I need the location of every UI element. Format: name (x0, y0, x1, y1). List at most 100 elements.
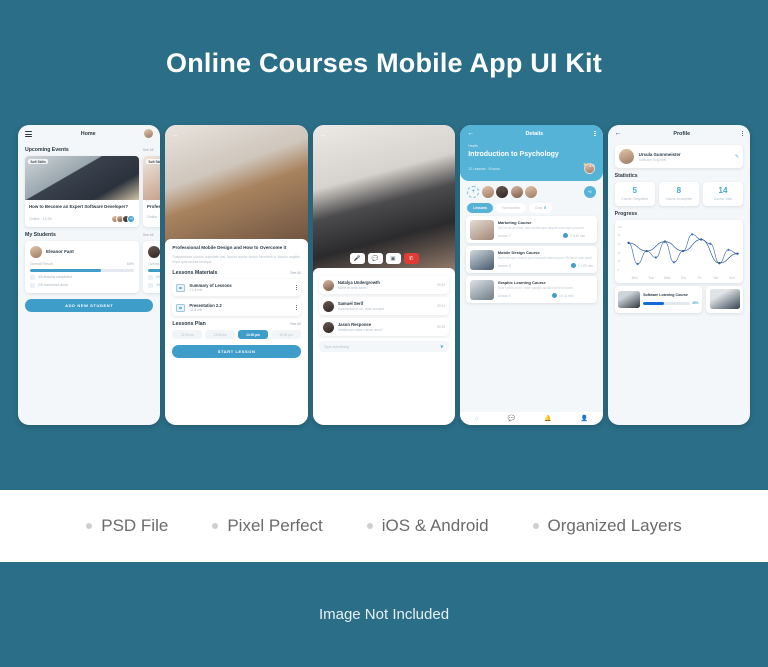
features-band: PSD File Pixel Perfect iOS & Android Org… (0, 490, 768, 562)
lesson-hero-image: ← (165, 125, 308, 243)
pencil-icon[interactable]: ✎ (735, 154, 739, 160)
chart-y-tick: 40 (617, 250, 621, 255)
student-identity: Jacob Levy (148, 245, 160, 258)
phone-screen-home: Home Upcoming Events See All Soft Skills… (18, 125, 161, 425)
start-lesson-button[interactable]: START LESSON (172, 345, 301, 359)
avatar[interactable] (481, 186, 494, 199)
homework-row: 2/6 homework done (30, 282, 134, 288)
details-tabs: Lessons Homeworks Chat 5 (460, 198, 602, 214)
event-card[interactable]: Soft Skills Professional Design and how … (143, 156, 161, 227)
avatar (618, 149, 634, 164)
stat-value: 8 (676, 186, 682, 195)
sender-name: Samuel Serif (337, 300, 364, 306)
more-vertical-icon[interactable] (295, 284, 297, 291)
time-slot[interactable]: 15:30 pm (270, 330, 301, 340)
chart-x-tick: Sun (729, 275, 735, 280)
back-arrow-icon[interactable]: ← (320, 132, 327, 139)
course-row[interactable]: Mobile Design Course Morbi tempor massa … (466, 246, 597, 274)
course-row[interactable]: Marketing Course Sed et lacus amet, sed … (466, 216, 597, 244)
details-header: ← Details Health Introduction to Psychol… (460, 125, 603, 182)
progress-chart-card: 0 20 40 60 80 100 Mon Tue Wed Thu Fri Sat Sun (614, 219, 744, 283)
avatar[interactable] (525, 186, 538, 199)
progress-bar (148, 268, 161, 272)
end-call-icon[interactable]: ✆ (403, 253, 419, 264)
more-vertical-icon[interactable] (295, 304, 297, 311)
microphone-icon[interactable]: 🎤 (349, 253, 365, 264)
section-heading: Statistics (614, 173, 638, 179)
feature-item: PSD File (86, 516, 168, 536)
see-all-link[interactable]: See All (143, 233, 154, 237)
see-all-link[interactable]: See All (290, 322, 301, 326)
stat-label: Course Completed (621, 197, 648, 201)
profile-course-card[interactable] (706, 285, 744, 313)
event-card[interactable]: Soft Skills How to Become an Expert Soft… (25, 156, 139, 227)
home-topbar: Home (18, 125, 160, 142)
camera-icon[interactable]: ▣ (385, 253, 401, 264)
tab-lessons[interactable]: Lessons (467, 203, 493, 214)
stat-value: 14 (718, 186, 728, 195)
students-carousel[interactable]: Eleanor Fant Overall Result 68% 4/6 less… (18, 238, 161, 293)
lesson-icon (148, 274, 153, 280)
profile-title: Profile (673, 130, 691, 137)
event-thumbnail: Soft Skills (25, 156, 139, 200)
profile-course-card[interactable]: Software Learning Course 45% (614, 285, 703, 313)
back-arrow-icon[interactable]: ← (172, 132, 179, 139)
plus-icon[interactable]: + (467, 186, 480, 199)
avatar[interactable] (510, 186, 523, 199)
details-title: Details (525, 130, 544, 137)
student-card[interactable]: Jacob Levy Overall Result 72% 5/6 lesson… (143, 240, 161, 293)
course-lesson: Lesson 9 (497, 293, 511, 298)
time-slot[interactable]: 13:30 pm (205, 330, 236, 340)
progress-chart: 0 20 40 60 80 100 (618, 224, 740, 276)
course-title: Introduction to Psychology (468, 151, 559, 158)
material-row[interactable]: Presentation 2.2 12.4 mb (172, 299, 301, 317)
avatar[interactable] (496, 186, 509, 199)
folder-icon (176, 283, 186, 292)
message-row[interactable]: Jason Response Vestibulum sitae rutrum a… (318, 318, 450, 336)
tab-homeworks[interactable]: Homeworks (495, 203, 526, 214)
avatar (148, 245, 160, 258)
material-size: 12.4 mb (189, 308, 203, 313)
home-icon[interactable]: ⌂ (475, 416, 479, 422)
chat-bubble-icon[interactable]: 💬 (367, 253, 383, 264)
back-arrow-icon[interactable]: ← (467, 130, 474, 137)
event-title: How to Become an Expert Software Develop… (29, 204, 129, 209)
user-avatar[interactable] (144, 129, 154, 138)
profile-icon[interactable]: 👤 (581, 415, 588, 422)
course-row[interactable]: Graphic Learning Course Duis luctus mi m… (466, 276, 597, 304)
more-vertical-icon[interactable] (594, 130, 596, 137)
material-row[interactable]: Summary of Lessons 21.4 mb (172, 279, 301, 297)
participants-extra-count[interactable]: +5 (583, 186, 596, 199)
plan-slots: 12:30 pm 13:30 pm 14:30 pm 15:30 pm (165, 327, 307, 340)
message-row[interactable]: Samuel Serif Duis luctus et mi, vitae su… (318, 297, 450, 315)
folder-icon (176, 303, 186, 312)
back-arrow-icon[interactable]: ← (615, 130, 622, 137)
screens-gallery: Home Upcoming Events See All Soft Skills… (18, 125, 751, 425)
bell-icon[interactable]: 🔔 (544, 415, 551, 422)
student-card[interactable]: Eleanor Fant Overall Result 68% 4/6 less… (25, 240, 139, 293)
homework-row: 3/6 homework done (148, 282, 160, 288)
star-icon: ★ (582, 162, 588, 168)
message-input[interactable]: Type something ➤ (318, 341, 450, 352)
see-all-link[interactable]: See All (143, 148, 154, 152)
send-icon[interactable]: ➤ (439, 343, 445, 350)
more-vertical-icon[interactable] (741, 130, 744, 137)
course-duration: 3 h 11 min (558, 293, 574, 298)
tab-chat[interactable]: Chat 5 (528, 203, 552, 214)
course-description: Duis luctus mi mi, vitae suscipit auctor… (497, 285, 574, 290)
avatar (322, 321, 334, 333)
phone-screen-lesson: ← Professional Mobile Design and How to … (165, 125, 308, 425)
hamburger-icon[interactable] (25, 130, 32, 138)
attendee-extra-count[interactable]: +9 (127, 214, 135, 223)
page-title: Online Courses Mobile App UI Kit (166, 48, 602, 78)
add-new-student-button[interactable]: ADD NEW STUDENT (25, 298, 154, 312)
course-description: Sed et lacus amet, sed scelerisque aliqu… (497, 225, 586, 230)
bullet-icon (366, 523, 373, 529)
events-carousel[interactable]: Soft Skills How to Become an Expert Soft… (18, 153, 161, 227)
event-meta: Online · 14:00 (147, 214, 160, 219)
see-all-link[interactable]: See All (290, 271, 301, 275)
time-slot[interactable]: 12:30 pm (172, 330, 203, 340)
time-slot-selected[interactable]: 14:30 pm (238, 330, 268, 340)
chat-icon[interactable]: 💬 (507, 415, 514, 422)
message-row[interactable]: Natalya Undergrowth Morbi at ante amet? … (318, 276, 450, 294)
